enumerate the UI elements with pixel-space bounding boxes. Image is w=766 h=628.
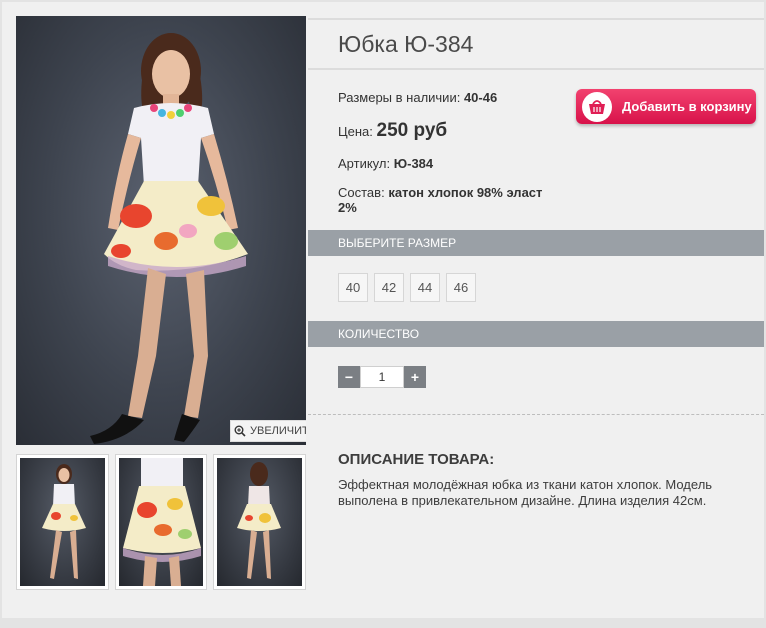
description-heading: ОПИСАНИЕ ТОВАРА: [338, 451, 495, 468]
quantity-minus-button[interactable]: − [338, 366, 360, 388]
description-text: Эффектная молодёжная юбка из ткани катон… [338, 477, 713, 508]
sizes-label: Размеры в наличии: [338, 90, 461, 105]
size-section-heading: ВЫБЕРИТЕ РАЗМЕР [308, 230, 764, 256]
sku-label: Артикул: [338, 156, 391, 171]
thumbnail-3[interactable] [213, 454, 307, 590]
size-options: 40 42 44 46 [338, 273, 476, 302]
product-title-bar: Юбка Ю-384 [308, 18, 764, 70]
basket-icon [582, 91, 612, 122]
product-title: Юбка Ю-384 [338, 31, 474, 57]
quantity-input[interactable] [360, 366, 404, 388]
quantity-section-heading: КОЛИЧЕСТВО [308, 321, 764, 347]
thumbnail-image [20, 458, 105, 586]
size-option-46[interactable]: 46 [446, 273, 476, 302]
quantity-plus-button[interactable]: + [404, 366, 426, 388]
thumbnail-2[interactable] [114, 454, 208, 590]
thumbnail-1[interactable] [16, 454, 109, 590]
main-product-photo[interactable]: УВЕЛИЧИТЬ [16, 16, 306, 445]
add-to-cart-label: Добавить в корзину [622, 99, 752, 114]
price-value: 250 руб [376, 120, 448, 141]
thumbnail-strip [16, 454, 307, 590]
price-label: Цена: [338, 124, 373, 139]
quantity-stepper: − + [338, 366, 426, 388]
thumbnail-image [217, 458, 303, 586]
thumbnail-image [118, 458, 204, 586]
zoom-label: УВЕЛИЧИТЬ [250, 425, 306, 437]
composition-label: Состав: [338, 185, 385, 200]
size-option-44[interactable]: 44 [410, 273, 440, 302]
size-option-40[interactable]: 40 [338, 273, 368, 302]
model-illustration [90, 33, 248, 444]
price: Цена: 250 руб [338, 120, 447, 142]
size-option-42[interactable]: 42 [374, 273, 404, 302]
magnifier-plus-icon [234, 425, 246, 437]
sku-value: Ю-384 [393, 156, 434, 171]
divider [308, 414, 764, 415]
zoom-button[interactable]: УВЕЛИЧИТЬ [230, 420, 306, 442]
sku: Артикул: Ю-384 [338, 156, 433, 171]
composition: Состав: катон хлопок 98% эласт 2% [338, 185, 563, 215]
add-to-cart-button[interactable]: Добавить в корзину [576, 89, 756, 124]
sizes-value: 40-46 [463, 90, 498, 105]
sizes-available: Размеры в наличии: 40-46 [338, 90, 497, 105]
